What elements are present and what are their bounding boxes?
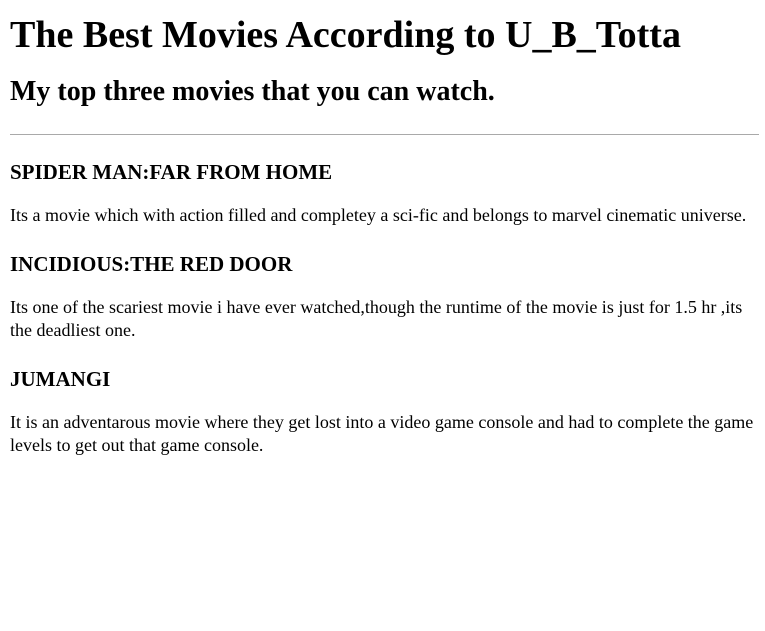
divider	[10, 134, 759, 135]
movie-item: SPIDER MAN:FAR FROM HOME Its a movie whi…	[10, 159, 759, 227]
page-subtitle: My top three movies that you can watch.	[10, 76, 495, 107]
movie-title: JUMANGI	[10, 367, 111, 391]
movie-title: SPIDER MAN:FAR FROM HOME	[10, 160, 333, 184]
movie-title: INCIDIOUS:THE RED DOOR	[10, 252, 293, 276]
page-title: The Best Movies According to U_B_Totta	[10, 14, 681, 56]
movie-description: Its one of the scariest movie i have eve…	[10, 297, 743, 340]
movie-description: It is an adventarous movie where they ge…	[10, 412, 754, 455]
movie-item: INCIDIOUS:THE RED DOOR Its one of the sc…	[10, 251, 759, 342]
movie-item: JUMANGI It is an adventarous movie where…	[10, 366, 759, 457]
movie-description: Its a movie which with action filled and…	[10, 205, 747, 225]
